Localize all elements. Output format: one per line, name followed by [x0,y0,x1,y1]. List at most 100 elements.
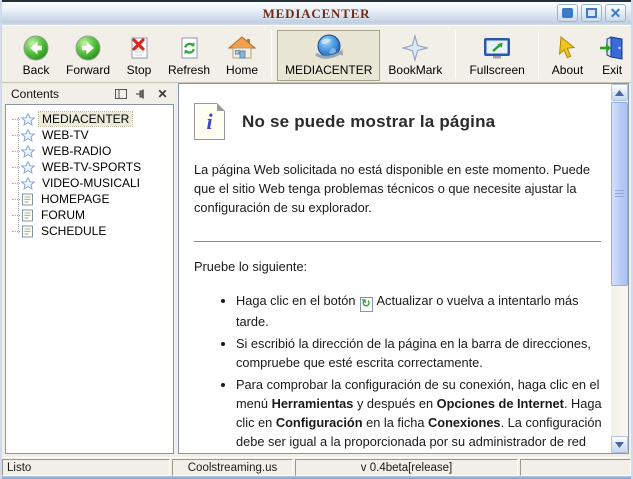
pin-icon[interactable] [135,88,148,100]
scroll-down-button[interactable] [611,436,628,453]
refresh-inline-icon: ↻ [360,297,373,312]
toolbar: Back Forward [2,25,631,83]
back-icon [22,33,50,63]
about-button[interactable]: About [544,30,591,81]
globe-icon [312,33,346,63]
toolbar-separator [538,31,539,79]
scroll-up-button[interactable] [611,84,628,101]
bullet-text: Haga clic en el botón [236,293,356,308]
close-button[interactable]: ✕ [605,4,626,22]
exit-door-icon [599,33,625,63]
tree-item-video-musicali[interactable]: VIDEO-MUSICALI [12,175,171,191]
titlebar: MEDIACENTER ✕ [2,0,631,25]
status-message: Listo [2,459,170,476]
stop-label: Stop [127,63,152,77]
tree-item-web-tv-sports[interactable]: WEB-TV-SPORTS [12,159,171,175]
minimize-button[interactable] [557,4,578,22]
maximize-icon [586,8,597,18]
bullet-text-bold: Herramientas [272,396,354,411]
back-button[interactable]: Back [14,30,58,81]
fullscreen-icon [482,33,512,63]
about-cursor-icon [556,33,578,63]
divider [194,241,601,242]
main-area: Contents ✕ [2,83,631,457]
star-icon [21,129,35,142]
app-window: MEDIACENTER ✕ Back [0,0,633,479]
star-icon [21,177,35,190]
statusbar: Listo Coolstreaming.us v 0.4beta[release… [2,457,631,476]
maximize-button[interactable] [581,4,602,22]
tree-item-label: SCHEDULE [38,224,109,238]
sidebar-header: Contents ✕ [5,83,174,104]
sidebar-title: Contents [11,87,59,101]
stop-icon [126,33,152,63]
error-description: La página Web solicitada no está disponi… [194,160,603,217]
try-heading: Pruebe lo siguiente: [194,257,603,276]
forward-label: Forward [66,63,110,77]
star-icon [21,113,35,126]
mediacenter-button[interactable]: MEDIACENTER [277,30,380,81]
page-title: No se puede mostrar la página [242,112,495,131]
tree-item-label: WEB-TV [39,128,92,142]
forward-button[interactable]: Forward [58,30,118,81]
toolbar-separator [455,31,456,79]
star-icon [21,161,35,174]
refresh-button[interactable]: Refresh [160,30,218,81]
home-label: Home [226,63,258,77]
refresh-icon [176,33,202,63]
fullscreen-button[interactable]: Fullscreen [461,30,532,81]
back-label: Back [23,63,50,77]
scrollbar-thumb[interactable] [611,102,628,286]
tree-item-mediacenter[interactable]: MEDIACENTER [12,111,171,127]
tree-item-schedule[interactable]: SCHEDULE [12,223,171,239]
about-label: About [552,63,583,77]
status-filler [520,459,631,476]
tree-item-label: VIDEO-MUSICALI [39,176,143,190]
window-title: MEDIACENTER [263,6,371,22]
refresh-label: Refresh [168,63,210,77]
browser-view: i No se puede mostrar la página La págin… [178,83,629,454]
list-item: Para comprobar la configuración de su co… [236,375,603,453]
page-icon [21,224,34,238]
bookmark-button[interactable]: BookMark [380,30,450,81]
stop-button[interactable]: Stop [118,30,160,81]
close-icon: ✕ [610,6,622,20]
page-icon [21,192,34,206]
bullet-text: y después en [353,396,436,411]
forward-icon [74,33,102,63]
bullet-text-bold: Conexiones [428,415,501,430]
home-icon [227,33,257,63]
window-controls: ✕ [557,4,626,22]
page-icon [21,208,34,222]
bullet-text-bold: Configuración [276,415,363,430]
tree-item-forum[interactable]: FORUM [12,207,171,223]
tree-item-web-tv[interactable]: WEB-TV [12,127,171,143]
minimize-icon [562,8,573,18]
info-page-icon: i [194,103,225,140]
home-button[interactable]: Home [218,30,266,81]
sidebar-close-icon[interactable]: ✕ [156,88,169,100]
bullet-text: en la ficha [363,415,428,430]
bullet-text-bold: Opciones de Internet [437,396,564,411]
scrollbar-track[interactable] [611,101,628,436]
status-version: v 0.4beta[release] [295,459,518,476]
status-site: Coolstreaming.us [172,459,293,476]
tree-item-web-radio[interactable]: WEB-RADIO [12,143,171,159]
contents-sidebar: Contents ✕ [5,83,178,454]
bullet-text: Si escribió la dirección de la página en… [236,336,591,370]
tree-item-label: MEDIACENTER [39,112,132,126]
list-item: Haga clic en el botón↻Actualizar o vuelv… [236,291,603,331]
tree-item-homepage[interactable]: HOMEPAGE [12,191,171,207]
list-item: Si escribió la dirección de la página en… [236,334,603,372]
exit-label: Exit [602,63,622,77]
split-view-icon[interactable] [114,88,127,100]
vertical-scrollbar[interactable] [611,84,628,453]
mediacenter-label: MEDIACENTER [285,63,372,77]
toolbar-separator [271,31,272,79]
tree-item-label: HOMEPAGE [38,192,112,206]
bookmark-star-icon [402,33,428,63]
suggestion-list: Haga clic en el botón↻Actualizar o vuelv… [220,291,603,453]
tree-item-label: FORUM [38,208,88,222]
fullscreen-label: Fullscreen [469,63,524,77]
exit-button[interactable]: Exit [591,30,633,81]
